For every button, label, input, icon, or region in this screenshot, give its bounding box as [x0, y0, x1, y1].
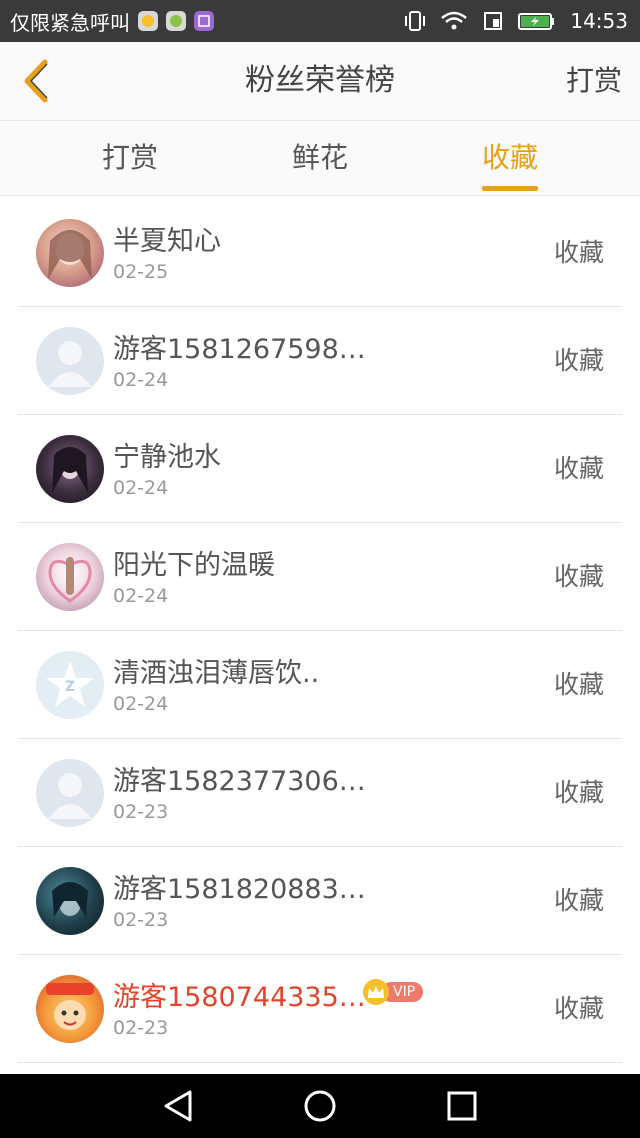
list-item[interactable]: 宁静池水 02-24 收藏: [18, 415, 622, 523]
favorite-label: 收藏: [553, 778, 604, 807]
recents-nav-button[interactable]: [442, 1086, 482, 1126]
avatar[interactable]: [36, 759, 104, 827]
page-title: 粉丝荣誉榜: [245, 63, 395, 98]
fan-date: 02-24: [113, 369, 169, 391]
avatar[interactable]: [36, 975, 104, 1043]
favorite-label: 收藏: [553, 886, 604, 915]
list-item[interactable]: 阳光下的温暖 02-24 收藏: [18, 523, 622, 631]
list-item[interactable]: Z 清酒浊泪薄唇饮.. 02-24 收藏: [18, 631, 622, 739]
fan-date: 02-24: [113, 585, 169, 607]
tab-active-indicator: [482, 186, 538, 191]
favorite-label: 收藏: [553, 454, 604, 483]
wifi-icon: [440, 10, 468, 32]
avatar[interactable]: [36, 327, 104, 395]
gallery-notification-icon: [194, 11, 214, 31]
favorite-label: 收藏: [553, 562, 604, 591]
tab-reward[interactable]: 打赏: [60, 121, 200, 195]
list-item[interactable]: 游客1581267598… 02-24 收藏: [18, 307, 622, 415]
tab-label: 鲜花: [291, 141, 348, 174]
avatar[interactable]: [36, 219, 104, 287]
list-item[interactable]: 游客1580744335… VIP 02-23 收藏: [18, 955, 622, 1063]
favorite-label: 收藏: [553, 670, 604, 699]
fan-date: 02-23: [113, 801, 169, 823]
tab-favorites[interactable]: 收藏: [440, 121, 580, 195]
favorite-label: 收藏: [553, 346, 604, 375]
fan-date: 02-24: [113, 693, 169, 715]
fan-name: 半夏知心: [113, 226, 221, 257]
fan-name: 阳光下的温暖: [113, 550, 275, 581]
fan-date: 02-25: [113, 261, 169, 283]
status-bar: 仅限紧急呼叫 14:53: [0, 0, 640, 42]
tab-label: 收藏: [481, 141, 538, 174]
qq-star-icon: Z: [46, 661, 94, 707]
fan-name: 宁静池水: [113, 442, 221, 473]
fan-name: 清酒浊泪薄唇饮..: [113, 658, 320, 689]
app-notification-icon: [138, 11, 158, 31]
favorite-label: 收藏: [553, 238, 604, 267]
avatar[interactable]: [36, 867, 104, 935]
vip-badge: VIP: [363, 979, 424, 1005]
fan-name: 游客1580744335…: [113, 982, 366, 1013]
battery-icon: [518, 10, 556, 32]
tab-bar: 打赏 鲜花 收藏: [0, 121, 640, 196]
clock-time: 14:53: [570, 9, 628, 33]
avatar[interactable]: [36, 543, 104, 611]
fan-date: 02-23: [113, 909, 169, 931]
circle-home-icon: [304, 1090, 336, 1122]
svg-text:Z: Z: [65, 679, 75, 695]
fan-date: 02-24: [113, 477, 169, 499]
square-recents-icon: [447, 1091, 477, 1121]
avatar[interactable]: Z: [36, 651, 104, 719]
favorite-label: 收藏: [553, 994, 604, 1023]
avatar[interactable]: [36, 435, 104, 503]
crown-icon: [363, 979, 389, 1005]
home-nav-button[interactable]: [300, 1086, 340, 1126]
fan-list: 半夏知心 02-25 收藏 游客1581267598… 02-24 收藏 宁静池…: [18, 199, 622, 1063]
triangle-back-icon: [164, 1090, 192, 1122]
system-nav-bar: [0, 1074, 640, 1138]
fan-name: 游客1581267598…: [113, 334, 366, 365]
default-user-icon: [48, 773, 92, 819]
fan-name: 游客1582377306…: [113, 766, 366, 797]
vibrate-icon: [404, 10, 426, 32]
default-user-icon: [48, 341, 92, 387]
nav-bar: 粉丝荣誉榜 打赏: [0, 42, 640, 121]
list-item[interactable]: 游客1582377306… 02-23 收藏: [18, 739, 622, 847]
back-nav-button[interactable]: [158, 1086, 198, 1126]
tab-label: 打赏: [101, 141, 158, 174]
fan-name: 游客1581820883…: [113, 874, 366, 905]
app-notification-icon: [166, 11, 186, 31]
sim-icon: [482, 10, 504, 32]
reward-button[interactable]: 打赏: [566, 42, 622, 120]
tab-flowers[interactable]: 鲜花: [250, 121, 390, 195]
fan-date: 02-23: [113, 1017, 169, 1039]
list-item[interactable]: 半夏知心 02-25 收藏: [18, 199, 622, 307]
carrier-text: 仅限紧急呼叫: [10, 10, 130, 35]
list-item[interactable]: 游客1581820883… 02-23 收藏: [18, 847, 622, 955]
